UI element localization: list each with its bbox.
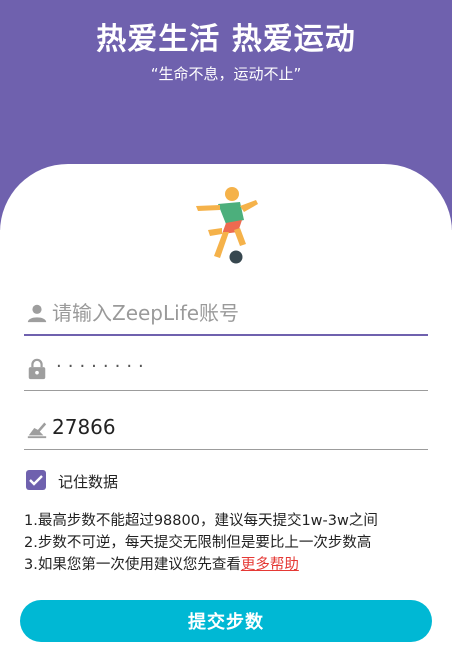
user-icon (27, 304, 47, 323)
shoe-icon (27, 422, 47, 439)
account-input[interactable] (52, 296, 422, 330)
steps-input[interactable]: 27866 (52, 415, 116, 439)
more-help-link[interactable]: 更多帮助 (241, 557, 299, 573)
remember-label: 记住数据 (58, 473, 119, 491)
steps-field[interactable]: 27866 (24, 409, 428, 450)
note-line-3: 3.如果您第一次使用建议您先查看更多帮助 (24, 554, 378, 576)
note-line-2: 2.步数不可逆，每天提交无限制但是要比上一次步数高 (24, 535, 372, 551)
remember-checkbox[interactable] (26, 470, 46, 490)
submit-steps-button[interactable]: 提交步数 (20, 600, 432, 642)
account-field[interactable] (24, 294, 428, 336)
password-field[interactable]: ········ (24, 350, 428, 391)
soccer-player-icon (196, 187, 258, 264)
page-subtitle: “生命不息，运动不止” (150, 65, 302, 83)
instructions: 1.最高步数不能超过98800，建议每天提交1w-3w之间 2.步数不可逆，每天… (24, 510, 378, 576)
lock-icon (28, 358, 46, 380)
note-line-1: 1.最高步数不能超过98800，建议每天提交1w-3w之间 (24, 513, 378, 529)
page-title: 热爱生活 热爱运动 (96, 22, 356, 57)
check-icon (29, 475, 43, 486)
note-line-3-text: 3.如果您第一次使用建议您先查看 (24, 557, 241, 573)
password-input[interactable]: ········ (56, 356, 150, 377)
